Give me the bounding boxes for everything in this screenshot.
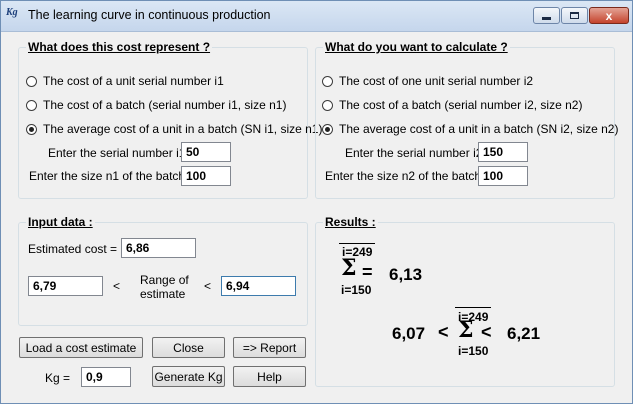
radio-average-cost-i2[interactable]: The average cost of a unit in a batch (S… — [322, 122, 618, 136]
help-button[interactable]: Help — [233, 366, 306, 387]
result-value: 6,13 — [389, 265, 423, 284]
radio-circle-selected[interactable] — [26, 123, 37, 135]
minimize-button[interactable] — [533, 7, 560, 24]
calculate-title: What do you want to calculate ? — [323, 40, 510, 54]
radio-label: The average cost of a unit in a batch (S… — [43, 122, 323, 136]
lt-sign: < — [481, 322, 492, 342]
estimated-cost-input[interactable]: 6,86 — [121, 238, 196, 258]
generate-kg-button[interactable]: Generate Kg — [152, 366, 225, 387]
client-area: What does this cost represent ? The cost… — [1, 32, 632, 403]
upper-estimate-input[interactable]: 6,94 — [221, 276, 296, 296]
load-cost-estimate-button[interactable]: Load a cost estimate — [19, 337, 143, 358]
radio-batch-cost-i2[interactable]: The cost of a batch (serial number i2, s… — [322, 98, 582, 112]
radio-unit-cost-i1[interactable]: The cost of a unit serial number i1 — [26, 74, 224, 88]
radio-circle[interactable] — [26, 99, 37, 111]
serial-i1-input[interactable]: 50 — [181, 142, 231, 162]
range-high-value: 6,21 — [507, 324, 541, 343]
maximize-button[interactable] — [561, 7, 588, 24]
size-n1-label: Enter the size n1 of the batch : — [29, 169, 192, 183]
serial-i2-label: Enter the serial number i2 : — [345, 146, 490, 160]
less-than-sign: < — [204, 279, 212, 293]
radio-average-cost-i1[interactable]: The average cost of a unit in a batch (S… — [26, 122, 322, 136]
results-title: Results : — [323, 215, 378, 229]
kg-label: Kg = — [45, 371, 71, 385]
range-label-line1: Range of — [140, 273, 189, 287]
estimated-cost-label: Estimated cost = — [28, 242, 118, 256]
radio-unit-cost-i2[interactable]: The cost of one unit serial number i2 — [322, 74, 533, 88]
radio-label: The cost of one unit serial number i2 — [339, 74, 534, 88]
window-title: The learning curve in continuous product… — [28, 8, 271, 22]
title-bar[interactable]: Kg The learning curve in continuous prod… — [1, 1, 632, 32]
lower-estimate-input[interactable]: 6,79 — [28, 276, 103, 296]
radio-label: The cost of a unit serial number i1 — [43, 74, 224, 88]
cost-represent-title: What does this cost represent ? — [26, 40, 213, 54]
main-window: Kg The learning curve in continuous prod… — [0, 0, 633, 404]
sum-lower-limit: i=150 — [341, 283, 372, 297]
radio-circle[interactable] — [322, 99, 333, 111]
overline — [339, 243, 375, 244]
report-button[interactable]: => Report — [233, 337, 306, 358]
range-sum-symbol: Σ — [458, 317, 474, 343]
lt-sign: < — [438, 322, 449, 342]
overline — [455, 307, 491, 308]
range-low-value: 6,07 — [392, 324, 426, 343]
radio-label: The cost of a batch (serial number i1, s… — [43, 98, 287, 112]
sum-symbol: Σ — [341, 255, 357, 281]
less-than-sign: < — [113, 279, 121, 293]
input-data-title: Input data : — [26, 215, 95, 229]
radio-label: The cost of a batch (serial number i2, s… — [339, 98, 583, 112]
close-button[interactable]: Close — [152, 337, 225, 358]
maximize-icon — [570, 12, 579, 19]
app-icon: Kg — [6, 7, 18, 18]
radio-label: The average cost of a unit in a batch (S… — [339, 122, 619, 136]
serial-i1-label: Enter the serial number i1 : — [48, 146, 193, 160]
close-window-button[interactable]: x — [589, 7, 629, 24]
equals-sign: = — [362, 262, 373, 282]
size-n1-input[interactable]: 100 — [181, 166, 231, 186]
minimize-icon — [542, 17, 551, 20]
size-n2-label: Enter the size n2 of the batch : — [325, 169, 488, 183]
serial-i2-input[interactable]: 150 — [478, 142, 528, 162]
size-n2-input[interactable]: 100 — [478, 166, 528, 186]
radio-circle[interactable] — [26, 75, 37, 87]
radio-circle[interactable] — [322, 75, 333, 87]
close-icon: x — [605, 8, 613, 23]
range-label-line2: estimate — [140, 287, 186, 301]
radio-batch-cost-i1[interactable]: The cost of a batch (serial number i1, s… — [26, 98, 286, 112]
range-lower-limit: i=150 — [458, 344, 489, 358]
kg-input[interactable]: 0,9 — [81, 367, 131, 387]
radio-circle-selected[interactable] — [322, 123, 333, 135]
